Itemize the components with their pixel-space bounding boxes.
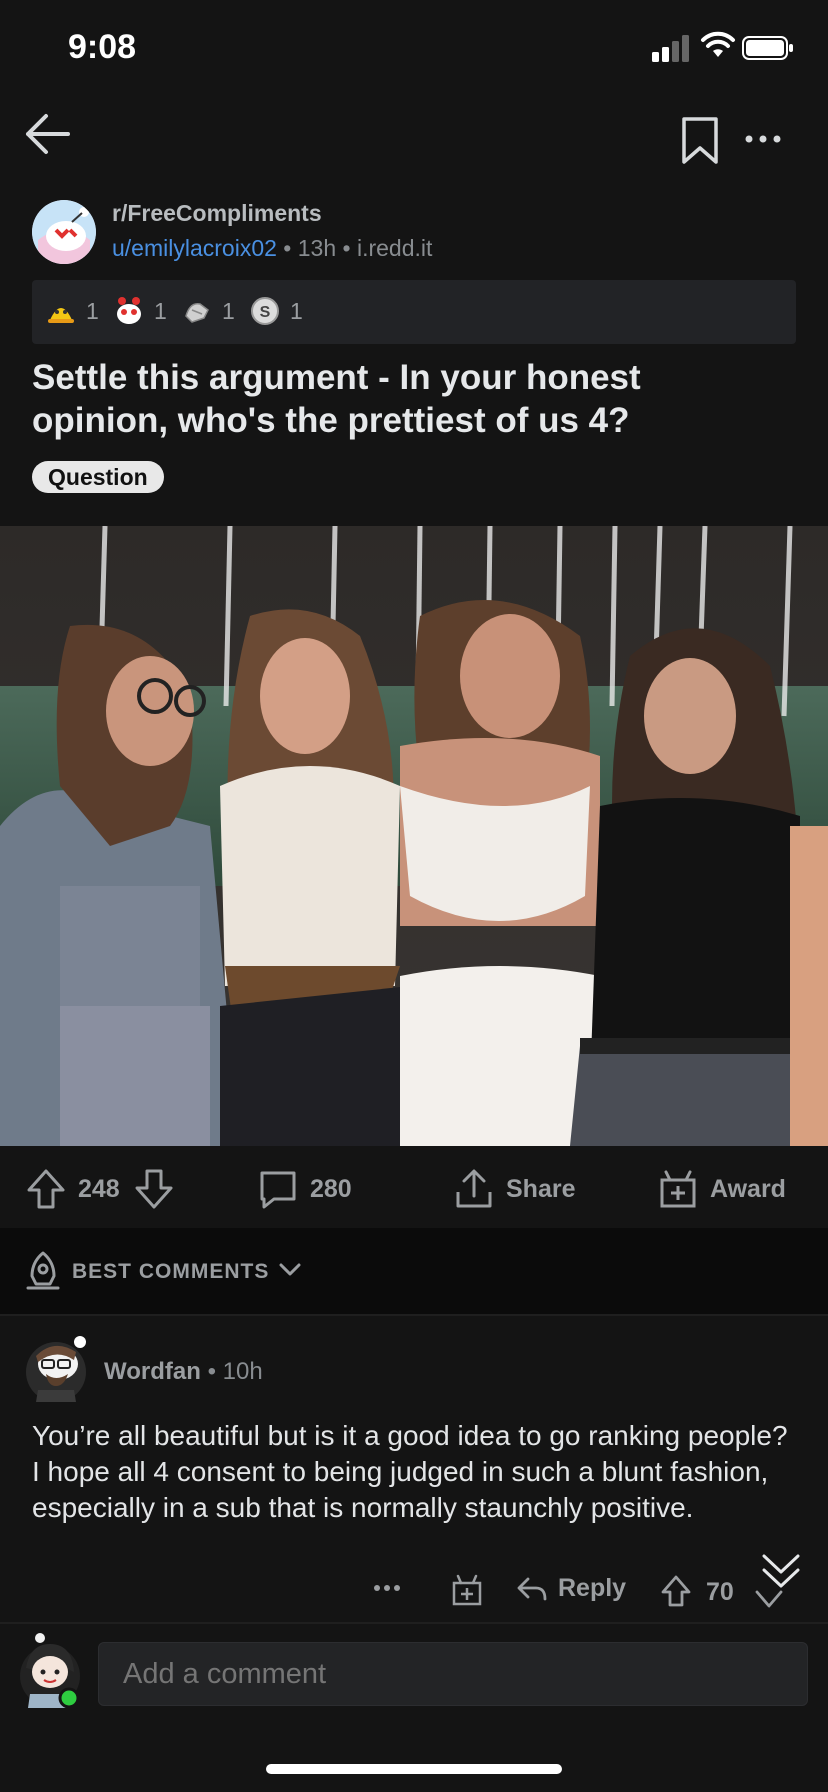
status-time: 9:08 [68, 28, 137, 66]
vote-control: 248 [26, 1168, 186, 1210]
gift-icon [660, 1170, 696, 1208]
meta-separator: • [283, 235, 292, 261]
comments-button[interactable]: 280 [258, 1168, 352, 1210]
award-count: 1 [222, 297, 235, 324]
next-comment-chevrons-icon[interactable] [758, 1548, 804, 1608]
add-comment-input[interactable] [98, 1642, 808, 1706]
helpful-award-icon [48, 308, 74, 323]
award-button[interactable]: Award [658, 1168, 786, 1210]
subreddit-avatar[interactable] [32, 200, 96, 264]
more-options-icon[interactable] [740, 126, 786, 152]
awards-bar[interactable]: 1 1 1 S 1 [32, 280, 796, 344]
reply-label: Reply [558, 1574, 627, 1602]
post-image[interactable] [0, 526, 828, 1146]
post-title[interactable]: Settle this argument - In your honest op… [32, 356, 772, 442]
downvote-arrow-icon[interactable] [134, 1168, 174, 1210]
vote-count: 248 [78, 1174, 120, 1203]
comment-bubble-icon [260, 1171, 296, 1209]
post-author[interactable]: u/emilylacroix02 [112, 235, 277, 261]
post-meta: u/emilylacroix02 • 13h • i.redd.it [112, 235, 432, 262]
post-flair[interactable]: Question [32, 461, 164, 493]
wifi-icon [701, 31, 735, 57]
meta-separator: • [207, 1358, 216, 1385]
share-button[interactable]: Share [454, 1168, 575, 1210]
award-count: 1 [154, 297, 167, 324]
silver-award-icon: S [251, 297, 279, 325]
award-label: Award [710, 1174, 786, 1203]
bookmark-icon[interactable] [680, 116, 720, 166]
chevron-down-icon[interactable] [278, 1262, 302, 1278]
comment-body[interactable]: You’re all beautiful but is it a good id… [32, 1418, 792, 1526]
svg-text:S: S [260, 304, 271, 321]
group-photo-illustration [0, 526, 828, 1146]
post-action-bar: 248 280 Share Award [0, 1146, 828, 1228]
comment-award-gift-icon[interactable] [452, 1574, 482, 1606]
award-silver[interactable]: S 1 [250, 296, 303, 326]
award-count: 1 [86, 297, 99, 324]
post-age: 13h [297, 235, 337, 261]
battery-icon [742, 36, 793, 60]
back-arrow-icon[interactable] [22, 108, 74, 160]
share-icon [456, 1169, 492, 1208]
hugz-award-icon [185, 303, 209, 323]
comment-age: 10h [222, 1358, 263, 1385]
comment-count: 280 [310, 1174, 352, 1203]
post-domain[interactable]: i.redd.it [357, 235, 432, 261]
meta-separator: • [342, 235, 351, 261]
my-avatar[interactable] [16, 1632, 84, 1708]
subreddit-name[interactable]: r/FreeCompliments [112, 200, 322, 227]
comment-author[interactable]: Wordfan [104, 1358, 201, 1385]
award-count: 1 [290, 297, 303, 324]
sort-label[interactable]: BEST COMMENTS [72, 1260, 269, 1284]
home-indicator[interactable] [266, 1764, 562, 1774]
comment-more-icon[interactable] [372, 1582, 402, 1594]
award-hugz[interactable]: 1 [182, 296, 235, 326]
upvote-arrow-icon[interactable] [26, 1168, 66, 1210]
rocket-icon [26, 1251, 60, 1290]
reply-button[interactable]: Reply [516, 1574, 626, 1603]
award-helpful[interactable]: 1 [46, 296, 99, 326]
reply-arrow-icon [517, 1577, 547, 1600]
comment-meta: Wordfan • 10h [104, 1358, 263, 1386]
commenter-avatar[interactable] [24, 1334, 88, 1402]
snoo-avatar-icon [32, 200, 96, 264]
share-label: Share [506, 1174, 576, 1203]
comment-upvote-icon[interactable] [660, 1574, 692, 1608]
comment-vote-count: 70 [706, 1578, 734, 1606]
wholesome-award-icon [117, 297, 141, 324]
award-wholesome[interactable]: 1 [114, 296, 167, 326]
cellular-signal-icon [652, 35, 689, 62]
